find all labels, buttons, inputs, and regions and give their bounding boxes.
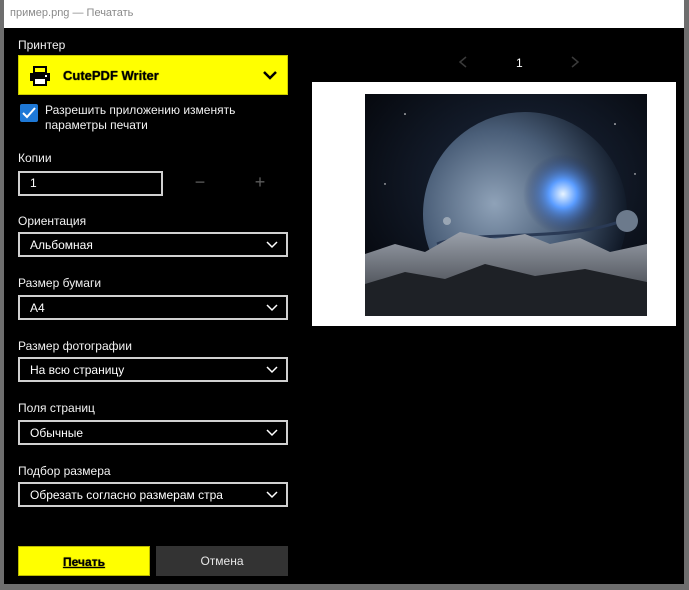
paper-size-value: A4 — [30, 301, 45, 315]
chevron-down-icon — [266, 366, 278, 374]
photo-size-label: Размер фотографии — [18, 339, 132, 353]
chevron-down-icon — [263, 71, 277, 80]
printer-name: CutePDF Writer — [63, 68, 159, 83]
margins-label: Поля страниц — [18, 401, 95, 415]
plus-icon[interactable]: + — [250, 173, 270, 193]
page-number: 1 — [516, 56, 523, 70]
printer-icon — [30, 66, 50, 86]
preview-image — [365, 94, 647, 316]
chevron-right-icon[interactable] — [570, 56, 580, 68]
checkmark-icon — [22, 107, 36, 119]
margins-select[interactable]: Обычные — [18, 420, 288, 445]
chevron-down-icon — [266, 491, 278, 499]
allow-app-settings-checkbox[interactable] — [20, 104, 38, 122]
print-dialog: пример.png — Печатать Принтер CutePDF Wr… — [4, 0, 684, 584]
chevron-down-icon — [266, 429, 278, 437]
cancel-button[interactable]: Отмена — [156, 546, 288, 576]
copies-input[interactable]: 1 — [18, 171, 163, 196]
printer-label: Принтер — [18, 38, 66, 52]
print-button[interactable]: Печать — [18, 546, 150, 576]
orientation-select[interactable]: Альбомная — [18, 232, 288, 257]
fit-label: Подбор размера — [18, 464, 111, 478]
photo-size-value: На всю страницу — [30, 363, 125, 377]
printer-select[interactable]: CutePDF Writer — [18, 55, 288, 95]
chevron-down-icon — [266, 304, 278, 312]
orientation-value: Альбомная — [30, 238, 93, 252]
title-bar: пример.png — Печатать — [4, 0, 684, 28]
copies-label: Копии — [18, 151, 52, 165]
minus-icon[interactable]: − — [190, 173, 210, 193]
fit-value: Обрезать согласно размерам стра — [30, 488, 223, 502]
orientation-label: Ориентация — [18, 214, 87, 228]
photo-size-select[interactable]: На всю страницу — [18, 357, 288, 382]
chevron-down-icon — [266, 241, 278, 249]
paper-size-select[interactable]: A4 — [18, 295, 288, 320]
paper-size-label: Размер бумаги — [18, 276, 102, 290]
print-preview — [312, 82, 676, 326]
margins-value: Обычные — [30, 426, 84, 440]
print-button-label: Печать — [63, 555, 105, 569]
allow-app-settings-label: Разрешить приложению изменять параметры … — [45, 103, 236, 132]
window-title: пример.png — Печатать — [10, 7, 134, 19]
fit-select[interactable]: Обрезать согласно размерам стра — [18, 482, 288, 507]
chevron-left-icon[interactable] — [458, 56, 468, 68]
